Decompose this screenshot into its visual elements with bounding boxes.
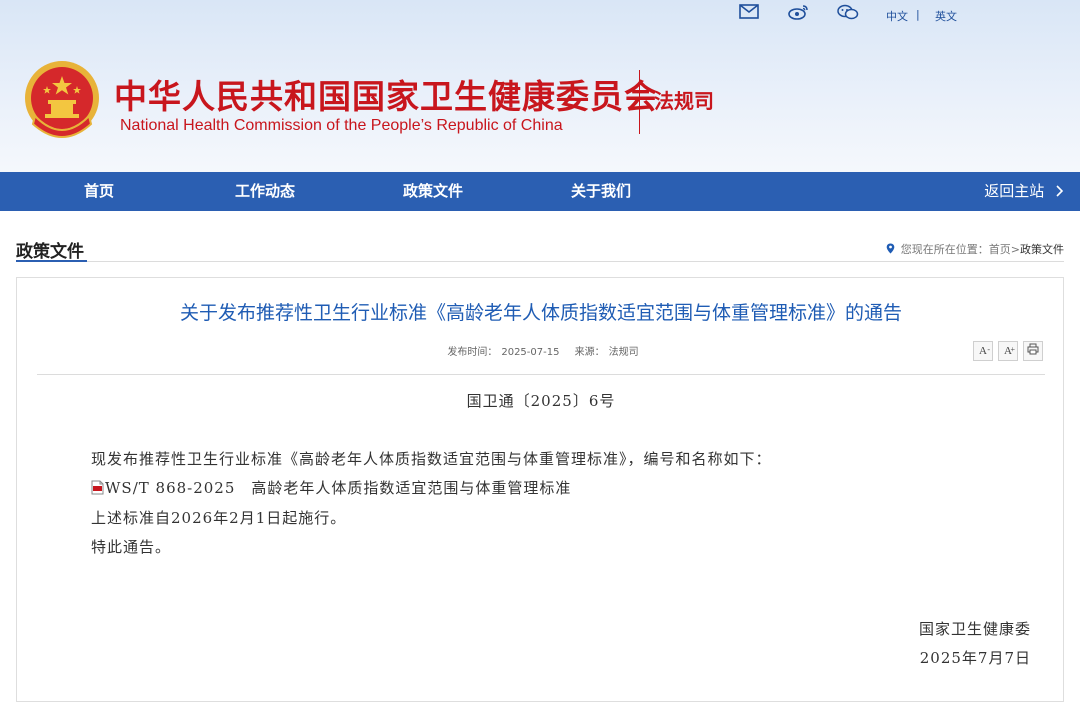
nav-item-about-us[interactable]: 关于我们 bbox=[571, 172, 631, 211]
publish-time-label: 发布时间： bbox=[447, 347, 498, 358]
breadcrumb-home-link[interactable]: 首页 bbox=[989, 243, 1011, 256]
article-paragraph-intro: 现发布推荐性卫生行业标准《高龄老年人体质指数适宜范围与体重管理标准》，编号和名称… bbox=[91, 450, 772, 468]
article-panel: 关于发布推荐性卫生行业标准《高龄老年人体质指数适宜范围与体重管理标准》的通告 发… bbox=[16, 277, 1064, 702]
nav-item-policy-docs[interactable]: 政策文件 bbox=[403, 172, 463, 211]
font-decrease-button[interactable]: A- bbox=[973, 341, 993, 361]
print-icon bbox=[1027, 343, 1039, 355]
lang-separator: | bbox=[916, 8, 920, 21]
article-tools: A - A + bbox=[968, 339, 1043, 361]
pdf-file-icon bbox=[91, 480, 104, 495]
national-emblem-logo bbox=[21, 58, 103, 146]
main-nav: 首页 工作动态 政策文件 关于我们 返回主站 bbox=[0, 172, 1080, 211]
article-date: 2025年7月7日 bbox=[919, 649, 1031, 667]
article-title: 关于发布推荐性卫生行业标准《高龄老年人体质指数适宜范围与体重管理标准》的通告 bbox=[179, 302, 902, 324]
top-bar: 中文 | 英文 bbox=[0, 4, 1080, 24]
nav-item-home[interactable]: 首页 bbox=[84, 172, 114, 211]
location-pin-icon bbox=[886, 243, 895, 254]
breadcrumb-separator: > bbox=[1010, 243, 1020, 256]
department-name: 法规司 bbox=[654, 89, 714, 113]
lang-en-link[interactable]: 英文 bbox=[935, 8, 957, 24]
weibo-icon[interactable] bbox=[788, 4, 810, 20]
wechat-icon[interactable] bbox=[837, 4, 859, 20]
source-value: 法规司 bbox=[608, 347, 639, 358]
section-title-underline bbox=[16, 260, 87, 262]
breadcrumb-prefix: 您现在所在位置： bbox=[900, 243, 989, 256]
site-title-english: National Health Commission of the People… bbox=[120, 117, 563, 134]
back-to-main-site-label: 返回主站 bbox=[984, 182, 1045, 200]
section-divider bbox=[16, 261, 1064, 262]
print-button[interactable] bbox=[1023, 341, 1043, 361]
breadcrumb-current: 政策文件 bbox=[1020, 243, 1064, 256]
lang-cn-link[interactable]: 中文 bbox=[886, 8, 908, 24]
article-paragraph-effective-date: 上述标准自2026年2月1日起施行。 bbox=[91, 509, 347, 527]
site-title-chinese: 中华人民共和国国家卫生健康委员会 bbox=[114, 77, 658, 116]
title-divider bbox=[639, 70, 640, 134]
standard-pdf-link[interactable]: WS/T 868-2025 高龄老年人体质指数适宜范围与体重管理标准 bbox=[105, 479, 571, 497]
article-paragraph-closing: 特此通告。 bbox=[91, 538, 172, 556]
publish-time: 2025-07-15 bbox=[501, 347, 560, 358]
section-title: 政策文件 bbox=[16, 242, 84, 262]
source-label: 来源： bbox=[574, 347, 605, 358]
font-increase-button[interactable]: A + bbox=[998, 341, 1018, 361]
mail-icon[interactable] bbox=[739, 4, 761, 20]
article-meta: 发布时间： 2025-07-15 来源： 法规司 bbox=[17, 343, 1065, 358]
article-signer: 国家卫生健康委 bbox=[918, 620, 1031, 638]
nav-item-work-news[interactable]: 工作动态 bbox=[235, 172, 295, 211]
site-header: 中文 | 英文 中华人民共和国国家卫生健康委员会 National Health… bbox=[0, 0, 1080, 172]
chevron-right-icon bbox=[1056, 185, 1064, 197]
breadcrumb: 您现在所在位置：首页>政策文件 bbox=[886, 241, 1064, 257]
document-number: 国卫通〔2025〕6号 bbox=[466, 392, 616, 410]
standard-item: WS/T 868-2025 高龄老年人体质指数适宜范围与体重管理标准 bbox=[91, 477, 571, 498]
back-to-main-site-link[interactable]: 返回主站 bbox=[984, 172, 1064, 211]
article-header-rule bbox=[37, 374, 1045, 375]
